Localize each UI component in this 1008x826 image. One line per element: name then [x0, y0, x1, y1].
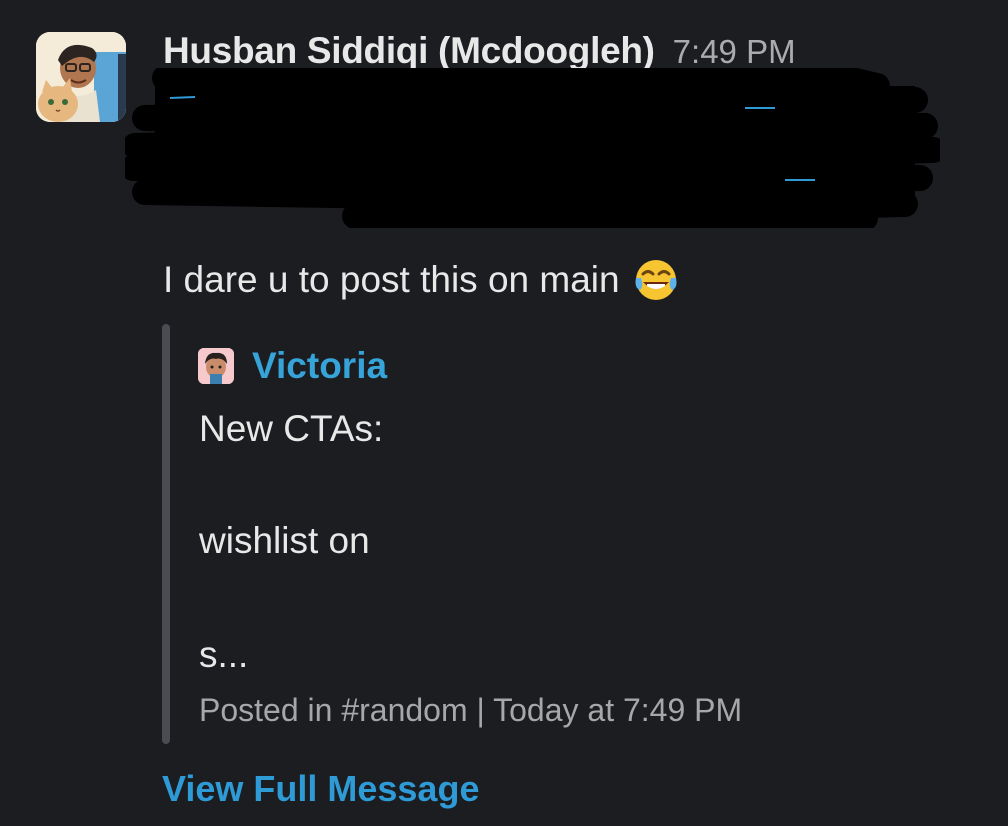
- shared-message-line: wishlist on: [199, 520, 370, 561]
- author-avatar[interactable]: [36, 32, 126, 122]
- redaction-scribble: [125, 68, 940, 228]
- message-text: I dare u to post this on main: [163, 259, 620, 300]
- shared-author-name[interactable]: Victoria: [252, 345, 387, 387]
- shared-message-attachment[interactable]: Victoria New CTAs: wishlist on s... Post…: [162, 324, 962, 744]
- attachment-bar: [162, 324, 170, 744]
- message-body: I dare u to post this on main: [163, 256, 680, 304]
- shared-message-line: s...: [199, 634, 249, 675]
- shared-message-line: New CTAs:: [199, 408, 384, 449]
- author-name[interactable]: Husban Siddiqi (Mcdoogleh): [163, 30, 655, 72]
- shared-message-author[interactable]: Victoria: [198, 342, 387, 390]
- avatar-illustration-icon: [198, 348, 234, 384]
- face-with-tears-of-joy-icon: [632, 256, 680, 304]
- view-full-message-link[interactable]: View Full Message: [162, 768, 479, 810]
- shared-author-avatar[interactable]: [198, 348, 234, 384]
- avatar-illustration-icon: [36, 32, 126, 122]
- shared-message-meta[interactable]: Posted in #random | Today at 7:49 PM: [199, 692, 742, 729]
- message-timestamp[interactable]: 7:49 PM: [673, 33, 796, 71]
